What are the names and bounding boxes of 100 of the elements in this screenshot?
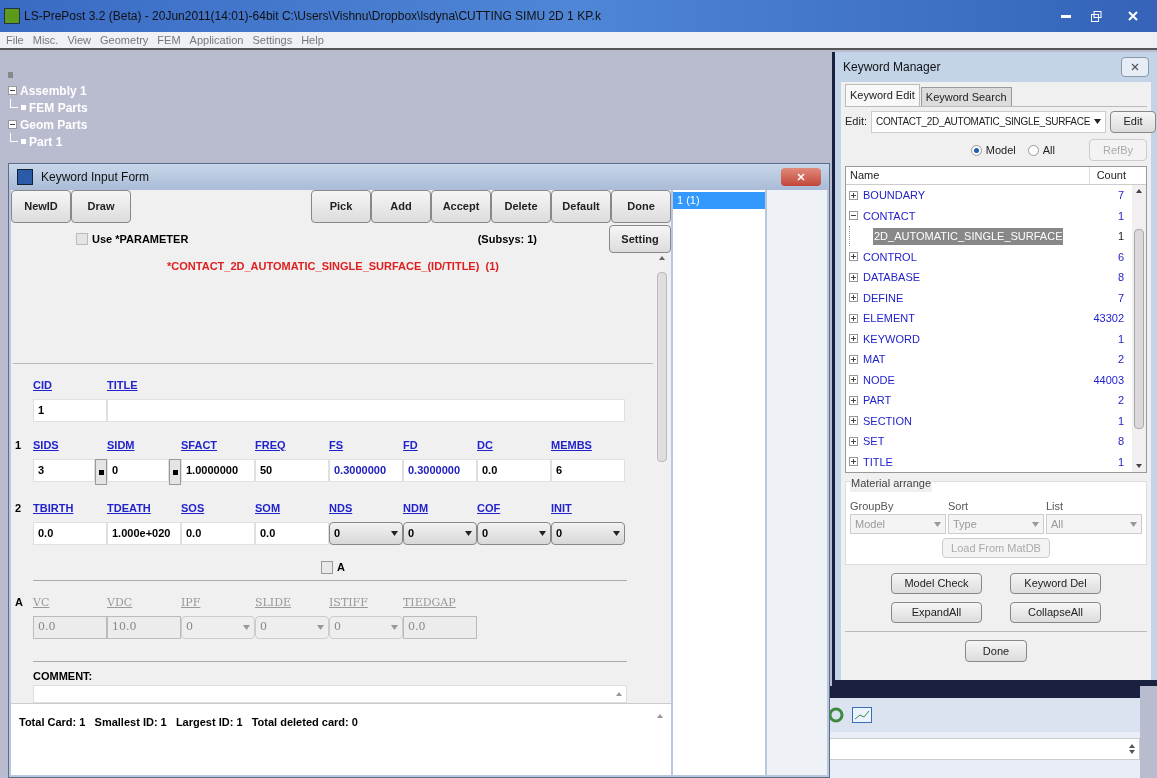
menu-item[interactable]: Help — [301, 31, 324, 49]
input-field[interactable]: 50 — [255, 459, 329, 482]
input-field[interactable]: 0.0 — [477, 459, 551, 482]
field-label[interactable]: FREQ — [255, 439, 286, 451]
tree-item[interactable]: 2D_AUTOMATIC_SINGLE_SURFACE — [873, 228, 1064, 245]
tree-item[interactable]: KEYWORD — [862, 330, 921, 347]
expand-icon[interactable] — [849, 190, 858, 200]
radio-button[interactable] — [970, 144, 982, 156]
action-button[interactable]: Model Check — [891, 573, 982, 594]
input-field[interactable]: 1 — [33, 399, 107, 422]
toolbar-button[interactable]: Default — [551, 190, 611, 223]
input-field[interactable]: 0 — [107, 459, 169, 482]
toolbar-button[interactable]: Accept — [431, 190, 491, 223]
comment-field[interactable] — [33, 685, 627, 703]
field-label[interactable]: SFACT — [181, 439, 218, 451]
expand-icon[interactable] — [849, 252, 858, 262]
input-field[interactable]: 0.3000000 — [403, 459, 477, 482]
field-label[interactable]: INIT — [551, 502, 572, 514]
field-label[interactable]: MEMBS — [551, 439, 592, 451]
tree-item[interactable]: ELEMENT — [862, 310, 916, 327]
close-button[interactable] — [1121, 57, 1149, 77]
expand-icon[interactable] — [849, 416, 858, 426]
toolbar-button[interactable]: Delete — [491, 190, 551, 223]
field-label[interactable]: COF — [477, 502, 501, 514]
input-field[interactable]: 0.3000000 — [329, 459, 403, 482]
menu-item[interactable]: Geometry — [100, 31, 149, 49]
toolbar-button[interactable]: Pick — [311, 190, 371, 223]
pick-button[interactable] — [169, 459, 181, 485]
action-button[interactable]: ExpandAll — [891, 602, 982, 623]
toolbar-button[interactable]: Done — [611, 190, 671, 223]
field-label[interactable]: FD — [403, 439, 418, 451]
dropdown[interactable]: 0 — [477, 522, 551, 545]
tree-item[interactable]: DEFINE — [862, 289, 905, 306]
setting-button[interactable]: Setting — [609, 225, 671, 253]
edit-button[interactable]: Edit — [1110, 110, 1156, 133]
tree-item[interactable]: CONTACT — [862, 207, 917, 224]
dropdown[interactable]: 0 — [329, 522, 403, 545]
input-field[interactable]: 0.0 — [33, 522, 107, 545]
expand-icon[interactable] — [849, 334, 858, 344]
field-label[interactable]: SIDS — [33, 439, 59, 451]
tree-item[interactable]: SECTION — [862, 412, 913, 429]
field-label[interactable]: TITLE — [107, 379, 138, 391]
menu-item[interactable]: Settings — [252, 31, 293, 49]
toolbar-button[interactable]: NewID — [11, 190, 71, 223]
collapse-icon[interactable] — [849, 211, 858, 221]
field-label[interactable]: FS — [329, 439, 344, 451]
close-button[interactable] — [781, 168, 821, 186]
scrollbar[interactable] — [1132, 185, 1146, 472]
keyword-dropdown[interactable]: CONTACT_2D_AUTOMATIC_SINGLE_SURFACE — [871, 110, 1106, 133]
done-button[interactable]: Done — [965, 640, 1027, 662]
tree-item[interactable]: NODE — [862, 371, 896, 388]
tree-item[interactable]: DATABASE — [862, 269, 922, 286]
scroll-thumb[interactable] — [1134, 228, 1144, 429]
field-label[interactable]: CID — [33, 379, 52, 391]
menu-item[interactable]: FEM — [157, 31, 181, 49]
pick-button[interactable] — [95, 459, 107, 485]
dropdown[interactable]: 0 — [551, 522, 625, 545]
radio-button[interactable] — [1027, 144, 1039, 156]
expand-icon[interactable] — [849, 272, 858, 282]
action-button[interactable]: Keyword Del — [1010, 573, 1101, 594]
menu-item[interactable]: Misc. — [32, 31, 59, 49]
collapse-icon[interactable] — [8, 120, 17, 129]
tree-item[interactable]: MAT — [862, 351, 887, 368]
action-button[interactable]: CollapseAll — [1010, 602, 1101, 623]
toolbar-button[interactable]: Add — [371, 190, 431, 223]
input-field[interactable]: 1.0000000 — [181, 459, 255, 482]
field-label[interactable]: SOM — [255, 502, 281, 514]
field-label[interactable]: DC — [477, 439, 493, 451]
toolbar-button[interactable]: Draw — [71, 190, 131, 223]
expand-icon[interactable] — [849, 436, 858, 446]
expand-icon[interactable] — [849, 354, 858, 364]
menu-item[interactable]: File — [6, 31, 24, 49]
tree-item[interactable]: CONTROL — [862, 248, 918, 265]
checkbox[interactable] — [321, 560, 333, 574]
field-label[interactable]: NDM — [403, 502, 429, 514]
field-label[interactable]: SOS — [181, 502, 205, 514]
input-field[interactable]: 6 — [551, 459, 625, 482]
expand-icon[interactable] — [849, 375, 858, 385]
field-label[interactable]: TBIRTH — [33, 502, 74, 514]
expand-icon[interactable] — [849, 395, 858, 405]
input-field[interactable]: 1.000e+020 — [107, 522, 181, 545]
tree-item[interactable]: SET — [862, 433, 886, 450]
input-field[interactable]: 3 — [33, 459, 95, 482]
menu-item[interactable]: Application — [189, 31, 244, 49]
collapse-icon[interactable] — [8, 86, 17, 95]
input-field[interactable]: 0.0 — [255, 522, 329, 545]
tab[interactable]: Keyword Search — [920, 87, 1012, 106]
menu-item[interactable]: View — [67, 31, 92, 49]
field-label[interactable]: TDEATH — [107, 502, 151, 514]
tree-item[interactable]: BOUNDARY — [862, 187, 927, 204]
scroll-thumb[interactable] — [657, 272, 667, 462]
expand-icon[interactable] — [849, 457, 858, 467]
field-label[interactable]: NDS — [329, 502, 353, 514]
tree-item[interactable]: TITLE — [862, 453, 894, 470]
expand-icon[interactable] — [849, 313, 858, 323]
dropdown[interactable]: 0 — [403, 522, 477, 545]
input-field[interactable]: 0.0 — [181, 522, 255, 545]
expand-icon[interactable] — [849, 293, 858, 303]
field-label[interactable]: SIDM — [107, 439, 135, 451]
checkbox[interactable] — [76, 233, 88, 245]
